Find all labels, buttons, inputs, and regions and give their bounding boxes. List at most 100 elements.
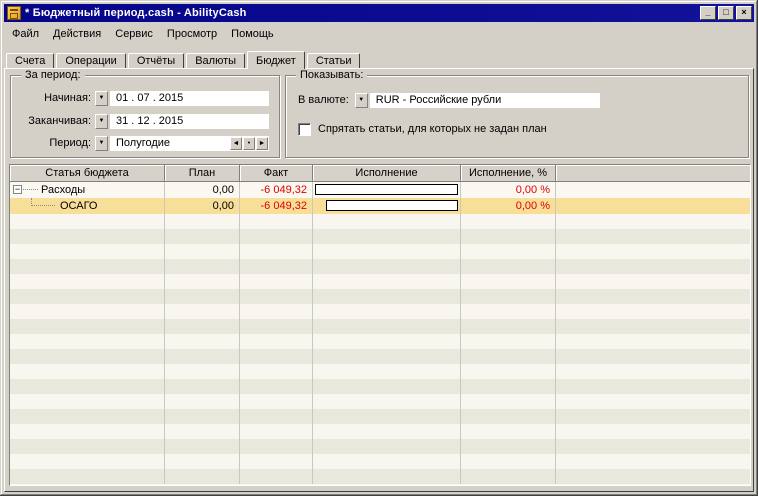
menu-item-Сервис[interactable]: Сервис (108, 26, 160, 42)
tab-Счета[interactable]: Счета (6, 53, 55, 68)
empty-cell (240, 364, 313, 379)
empty-cell (461, 379, 556, 394)
dropdown-arrow-icon[interactable]: ▼ (95, 113, 108, 129)
currency-value-field[interactable]: RUR - Российские рубли (369, 92, 600, 108)
field-label: Начиная: (44, 92, 91, 104)
hide-articles-checkbox[interactable] (298, 122, 311, 136)
empty-cell (10, 244, 165, 259)
empty-cell (313, 274, 461, 289)
empty-table-row (10, 349, 750, 364)
prev-period-button[interactable]: ◄ (230, 136, 242, 150)
empty-cell (240, 304, 313, 319)
empty-cell (165, 454, 240, 469)
empty-cell (10, 229, 165, 244)
maximize-button[interactable]: □ (718, 6, 734, 20)
empty-cell (165, 349, 240, 364)
tab-strip: Счета Операции Отчёты Валюты Бюджет Статьи (6, 50, 752, 69)
empty-cell (165, 274, 240, 289)
budget-tab-page: За период: Начиная: ▼ 01 . 07 . 2015 Заканч… (4, 68, 754, 492)
empty-cell (461, 409, 556, 424)
empty-cell (556, 244, 750, 259)
next-period-button[interactable]: ► (256, 136, 268, 150)
empty-cell (10, 349, 165, 364)
article-cell: ОСАГО (10, 198, 165, 214)
empty-cell (556, 274, 750, 289)
column-header-2[interactable]: План (165, 165, 240, 182)
empty-table-row (10, 244, 750, 259)
empty-cell (240, 394, 313, 409)
article-name: ОСАГО (60, 200, 98, 212)
minimize-button[interactable]: _ (700, 6, 716, 20)
empty-cell (461, 469, 556, 484)
empty-table-row (10, 439, 750, 454)
empty-table-row (10, 379, 750, 394)
current-period-button[interactable]: • (243, 136, 255, 150)
field-value[interactable]: 31 . 12 . 2015 (110, 113, 269, 129)
empty-cell (10, 379, 165, 394)
empty-cell (165, 319, 240, 334)
empty-cell (461, 304, 556, 319)
execution-progress-bar (315, 184, 458, 195)
period-spinner: ◄ • ► (230, 136, 268, 150)
empty-cell (240, 454, 313, 469)
menu-item-Файл[interactable]: Файл (5, 26, 46, 42)
tab-Операции[interactable]: Операции (56, 53, 126, 68)
menu-item-Просмотр[interactable]: Просмотр (160, 26, 224, 42)
dropdown-arrow-icon[interactable]: ▼ (95, 135, 108, 151)
empty-table-row (10, 229, 750, 244)
period-field-row: Заканчивая: ▼ 31 . 12 . 2015 (17, 113, 269, 129)
empty-cell (556, 334, 750, 349)
close-button[interactable]: × (736, 6, 752, 20)
tab-Валюты[interactable]: Валюты (186, 53, 246, 68)
empty-cell (556, 394, 750, 409)
empty-cell (240, 289, 313, 304)
tab-Бюджет[interactable]: Бюджет (247, 51, 305, 69)
empty-cell (240, 469, 313, 484)
menu-item-Помощь[interactable]: Помощь (224, 26, 281, 42)
column-header-1[interactable]: Статья бюджета (10, 165, 165, 182)
empty-table-row (10, 259, 750, 274)
empty-cell (313, 454, 461, 469)
tab-Статьи[interactable]: Статьи (306, 53, 361, 68)
column-header-5[interactable]: Исполнение, % (461, 165, 556, 182)
menu-item-Действия[interactable]: Действия (46, 26, 108, 42)
empty-cell (313, 439, 461, 454)
empty-table-row (10, 319, 750, 334)
execution-pct-cell: 0,00 % (461, 198, 556, 214)
empty-cell (313, 319, 461, 334)
empty-cell (556, 379, 750, 394)
titlebar: * Бюджетный период.cash - AbilityCash _ □… (4, 4, 754, 22)
empty-cell (240, 319, 313, 334)
field-value[interactable]: 01 . 07 . 2015 (110, 90, 269, 106)
empty-cell (313, 379, 461, 394)
empty-cell (240, 334, 313, 349)
dropdown-arrow-icon[interactable]: ▼ (95, 90, 108, 106)
empty-cell (313, 349, 461, 364)
empty-cell (556, 259, 750, 274)
empty-table-row (10, 214, 750, 229)
empty-cell (10, 364, 165, 379)
field-value[interactable]: Полугодие ◄ • ► (110, 135, 269, 151)
tab-Отчёты[interactable]: Отчёты (127, 53, 185, 68)
empty-cell (165, 244, 240, 259)
hide-articles-checkbox-label: Спрятать статьи, для которых не задан пл… (318, 123, 547, 135)
empty-cell (461, 244, 556, 259)
empty-cell (240, 349, 313, 364)
currency-dropdown-arrow-icon[interactable]: ▼ (354, 92, 368, 108)
empty-table-row (10, 304, 750, 319)
empty-cell (240, 439, 313, 454)
app-icon (7, 6, 21, 20)
table-row[interactable]: ОСАГО 0,00 -6 049,32 0,00 % (10, 198, 750, 214)
empty-cell (10, 334, 165, 349)
table-row[interactable]: − Расходы 0,00 -6 049,32 0,00 % (10, 182, 750, 198)
column-header-3[interactable]: Факт (240, 165, 313, 182)
article-cell: − Расходы (10, 182, 165, 198)
column-header-4[interactable]: Исполнение (313, 165, 461, 182)
empty-cell (240, 259, 313, 274)
empty-cell (240, 409, 313, 424)
row-filler-cell (556, 198, 750, 214)
tree-expander-icon[interactable]: − (13, 185, 22, 194)
empty-cell (313, 424, 461, 439)
empty-cell (165, 259, 240, 274)
window-title: * Бюджетный период.cash - AbilityCash (25, 7, 247, 19)
